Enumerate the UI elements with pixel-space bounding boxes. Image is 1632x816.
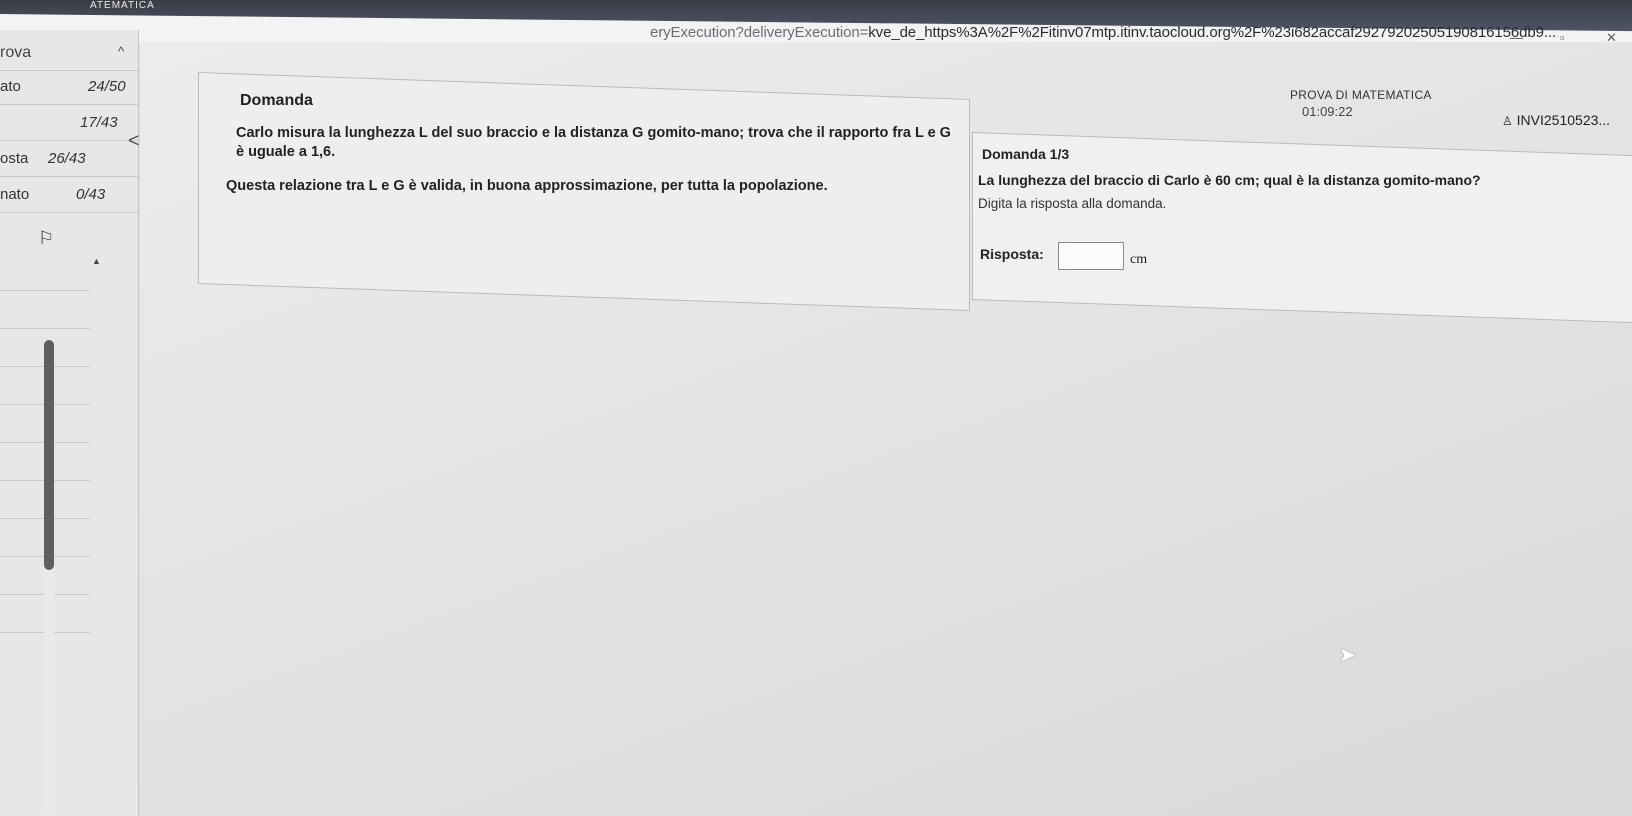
user-icon: ♙ [1502,114,1513,128]
exam-title: PROVA DI MATEMATICA [1290,88,1432,102]
sidebar-item-count: 0/43 [76,186,106,203]
question-number: Domanda 1/3 [982,146,1070,162]
sidebar-item-answered[interactable]: ato 24/50 [0,70,138,105]
sidebar: rova ^ ato 24/50 17/43 osta 26/43 nato 0… [0,30,139,816]
url-path: eryExecution?deliveryExecution= [650,24,869,41]
sidebar-item-viewed[interactable]: 17/43 [0,106,138,141]
sidebar-item-label: nato [0,186,30,203]
stimulus-label: Domanda [240,92,313,109]
scroll-up-icon[interactable]: ▲ [92,256,101,266]
url-text[interactable]: eryExecution?deliveryExecution=kve_de_ht… [650,24,1556,41]
stimulus-text: Carlo misura la lunghezza L del suo brac… [236,125,951,160]
flag-icon[interactable]: ⚐ [38,228,54,249]
scrollbar-thumb[interactable] [44,340,54,570]
question-hint: Digita la risposta alla domanda. [978,196,1167,211]
timer: 01:09:22 [1302,104,1353,119]
sidebar-header-label: rova [0,44,32,61]
sidebar-item-label: ato [0,78,21,95]
question-list-divider [0,328,90,329]
mouse-cursor-icon: ➤ [1338,642,1357,667]
sidebar-item-count: 24/50 [88,78,126,95]
question-text: La lunghezza del braccio di Carlo è 60 c… [978,172,1481,188]
chevron-left-icon[interactable]: < [128,130,140,153]
stimulus-text-2: Questa relazione tra L e G è valida, in … [226,178,828,194]
sidebar-item-answered-total[interactable]: osta 26/43 [0,142,138,177]
sidebar-header[interactable]: rova ^ [0,36,138,71]
answer-unit: cm [1130,252,1148,267]
sidebar-item-label: osta [0,150,29,167]
answer-input[interactable] [1058,242,1124,270]
user-badge: ♙ INVI2510523... [1502,112,1610,128]
browser-tab[interactable]: ATEMATICA [90,0,210,11]
chevron-up-icon[interactable]: ^ [118,44,124,59]
sidebar-item-flagged[interactable]: nato 0/43 [0,178,138,213]
sidebar-item-count: 26/43 [48,150,86,167]
answer-label: Risposta: [980,246,1044,262]
question-panel [972,132,1632,324]
question-list-divider [0,290,90,291]
url-main: kve_de_https%3A%2F%2Fitinv07mtp.itinv.ta… [868,24,1557,41]
sidebar-item-count: 17/43 [80,114,118,131]
user-id: INVI2510523... [1516,112,1611,128]
